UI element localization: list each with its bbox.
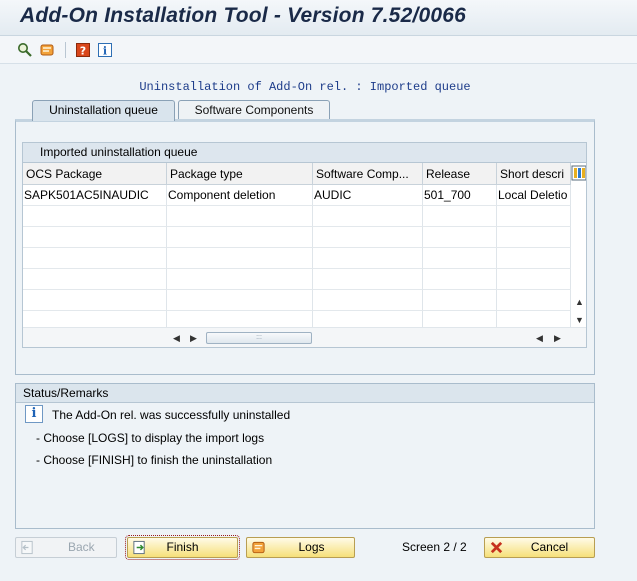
vertical-scrollbar[interactable]: ▲ ▼: [571, 185, 586, 327]
column-header-software-component[interactable]: Software Comp...: [313, 163, 423, 185]
info-icon[interactable]: i: [97, 42, 113, 58]
table-cell[interactable]: [423, 227, 497, 248]
back-button[interactable]: Back: [15, 537, 117, 558]
screen-indicator: Screen 2 / 2: [402, 540, 467, 554]
transport-icon[interactable]: [39, 42, 55, 58]
column-header-package-type[interactable]: Package type: [167, 163, 313, 185]
back-icon: [21, 540, 33, 555]
svg-text:?: ?: [80, 45, 86, 58]
table-cell[interactable]: [423, 206, 497, 227]
info-icon: i: [25, 405, 43, 423]
table-cell[interactable]: Component deletion: [167, 185, 313, 206]
table-cell[interactable]: [497, 290, 571, 311]
column-header-short-description[interactable]: Short descri: [497, 163, 571, 185]
finish-button[interactable]: Finish: [125, 535, 240, 560]
table-cell[interactable]: [497, 206, 571, 227]
table-cell[interactable]: 501_700: [423, 185, 497, 206]
table-cell[interactable]: [497, 227, 571, 248]
table-cell[interactable]: [313, 206, 423, 227]
scroll-up-icon[interactable]: ▲: [575, 297, 584, 307]
status-panel: Status/Remarks i The Add-On rel. was suc…: [15, 383, 595, 529]
table-cell[interactable]: Local Deletio: [497, 185, 571, 206]
scroll-left-icon[interactable]: ◀: [173, 333, 180, 343]
help-icon[interactable]: ?: [75, 42, 91, 58]
cancel-button[interactable]: Cancel: [484, 537, 595, 558]
svg-text:i: i: [103, 45, 107, 58]
scroll-right-icon[interactable]: ▶: [190, 333, 197, 343]
uninstallation-queue-grid: OCS Package Package type Software Comp..…: [22, 162, 587, 348]
scroll-left-icon[interactable]: ◀: [536, 333, 543, 343]
table-cell[interactable]: [313, 248, 423, 269]
table-cell[interactable]: AUDIC: [313, 185, 423, 206]
table-cell[interactable]: [167, 290, 313, 311]
horizontal-scroll-thumb[interactable]: :::: [206, 332, 312, 344]
table-cell[interactable]: [497, 269, 571, 290]
table-cell[interactable]: SAPK501AC5INAUDIC: [23, 185, 167, 206]
grid-title: Imported uninstallation queue: [22, 142, 587, 162]
tab-software-components[interactable]: Software Components: [178, 100, 330, 120]
table-cell[interactable]: [313, 290, 423, 311]
status-hint-finish: - Choose [FINISH] to finish the uninstal…: [36, 453, 273, 467]
table-cell[interactable]: [423, 269, 497, 290]
tab-uninstallation-queue[interactable]: Uninstallation queue: [32, 100, 175, 121]
table-cell[interactable]: [423, 290, 497, 311]
title-bar: Add-On Installation Tool - Version 7.52/…: [0, 0, 637, 36]
table-cell[interactable]: [23, 290, 167, 311]
find-icon[interactable]: [17, 42, 33, 58]
table-cell[interactable]: [167, 206, 313, 227]
logs-icon: [252, 541, 265, 554]
status-hint-logs: - Choose [LOGS] to display the import lo…: [36, 431, 265, 445]
table-cell[interactable]: [23, 227, 167, 248]
window-title: Add-On Installation Tool - Version 7.52/…: [20, 4, 466, 27]
table-cell[interactable]: [23, 269, 167, 290]
toolbar-separator: [65, 42, 66, 58]
table-cell[interactable]: [167, 227, 313, 248]
table-cell[interactable]: [23, 206, 167, 227]
table-cell[interactable]: [423, 248, 497, 269]
grid-settings-icon[interactable]: [571, 165, 587, 181]
column-header-release[interactable]: Release: [423, 163, 497, 185]
status-message: The Add-On rel. was successfully uninsta…: [52, 408, 291, 422]
table-cell[interactable]: [313, 227, 423, 248]
cancel-icon: [490, 541, 503, 554]
page-heading: Uninstallation of Add-On rel. : Imported…: [139, 80, 471, 94]
toolbar: ? i: [0, 36, 637, 64]
table-cell[interactable]: [23, 248, 167, 269]
table-cell[interactable]: [497, 248, 571, 269]
table-cell[interactable]: [313, 269, 423, 290]
horizontal-scrollbar[interactable]: ◀ ▶ ::: ◀ ▶: [23, 327, 586, 347]
scroll-right-icon[interactable]: ▶: [554, 333, 561, 343]
scroll-down-icon[interactable]: ▼: [575, 315, 584, 325]
table-cell[interactable]: [167, 248, 313, 269]
status-title: Status/Remarks: [16, 384, 594, 403]
table-cell[interactable]: [167, 269, 313, 290]
column-header-ocs-package[interactable]: OCS Package: [23, 163, 167, 185]
logs-button[interactable]: Logs: [246, 537, 355, 558]
